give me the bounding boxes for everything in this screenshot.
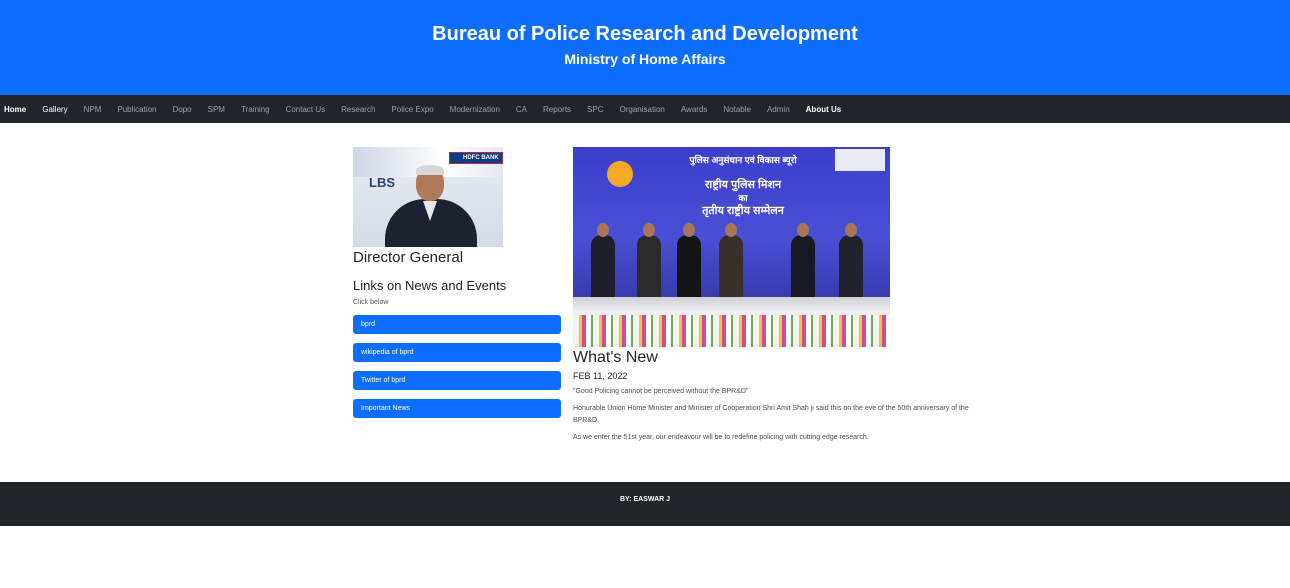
main-navbar: Home Gallery NPM Publication Dopo SPM Tr… (0, 95, 1290, 123)
footer-credit: BY: EASWAR J (619, 496, 671, 503)
banner-line-2: राष्ट्रीय पुलिस मिशन (704, 179, 782, 191)
azadi-logo (835, 149, 885, 171)
nav-item-notable[interactable]: Notable (723, 105, 751, 114)
nav-item-publication[interactable]: Publication (117, 105, 156, 114)
nav-item-organisation[interactable]: Organisation (620, 105, 665, 114)
event-photo: पुलिस अनुसंधान एवं विकास ब्यूरो राष्ट्री… (573, 147, 890, 347)
site-subtitle: Ministry of Home Affairs (564, 51, 726, 67)
director-general-figure (385, 165, 477, 247)
site-footer: BY: EASWAR J (0, 482, 1290, 526)
nav-item-home[interactable]: Home (4, 105, 26, 114)
whats-new-heading: What's New (573, 349, 973, 367)
nav-item-training[interactable]: Training (241, 105, 270, 114)
nav-item-dopo[interactable]: Dopo (173, 105, 192, 114)
flower-arrangement (573, 315, 890, 347)
nav-item-gallery[interactable]: Gallery (42, 105, 67, 114)
links-heading: Links on News and Events (353, 278, 507, 293)
whats-new-text: What's New (573, 349, 658, 366)
news-date: FEB 11, 2022 (573, 371, 628, 381)
hdfc-logo: HDFC BANK (449, 152, 503, 164)
left-column: HDFC BANK LBS Director General Links on … (353, 147, 561, 418)
police-emblem (607, 161, 633, 187)
nav-item-modernization[interactable]: Modernization (450, 105, 500, 114)
nav-item-contact-us[interactable]: Contact Us (286, 105, 326, 114)
nav-item-npm[interactable]: NPM (84, 105, 102, 114)
news-paragraph-1: Honurable Union Home Minister and Minist… (573, 405, 969, 424)
news-quote: "Good Policing cannot be perceived witho… (573, 388, 749, 395)
twitter-link-button[interactable]: Twitter of bprd (353, 371, 561, 390)
site-title: Bureau of Police Research and Developmen… (432, 23, 858, 45)
nav-item-reports[interactable]: Reports (543, 105, 571, 114)
wikipedia-link-button[interactable]: wikipedia of bprd (353, 343, 561, 362)
bprd-link-button[interactable]: bprd (353, 315, 561, 334)
hair-shape (416, 165, 444, 175)
nav-item-spc[interactable]: SPC (587, 105, 603, 114)
nav-item-admin[interactable]: Admin (767, 105, 790, 114)
site-header: Bureau of Police Research and Developmen… (0, 0, 1290, 95)
nav-item-ca[interactable]: CA (516, 105, 527, 114)
right-column: पुलिस अनुसंधान एवं विकास ब्यूरो राष्ट्री… (573, 147, 973, 444)
director-general-photo: HDFC BANK LBS (353, 147, 503, 247)
important-news-button[interactable]: Important News (353, 399, 561, 418)
director-general-heading: Director General (353, 249, 464, 266)
nav-item-about-us[interactable]: About Us (806, 105, 842, 114)
hdfc-logo-text: HDFC BANK (463, 155, 499, 161)
banner-line-4: तृतीय राष्ट्रीय सम्मेलन (702, 205, 784, 217)
nav-item-awards[interactable]: Awards (681, 105, 708, 114)
click-below-label: Click below (353, 299, 389, 306)
nav-item-research[interactable]: Research (341, 105, 375, 114)
news-paragraph-2: As we enter the 51st year, our endeavour… (573, 434, 869, 441)
nav-item-spm[interactable]: SPM (208, 105, 225, 114)
nav-item-police-expo[interactable]: Police Expo (391, 105, 433, 114)
banner-line-1: पुलिस अनुसंधान एवं विकास ब्यूरो (689, 155, 797, 165)
